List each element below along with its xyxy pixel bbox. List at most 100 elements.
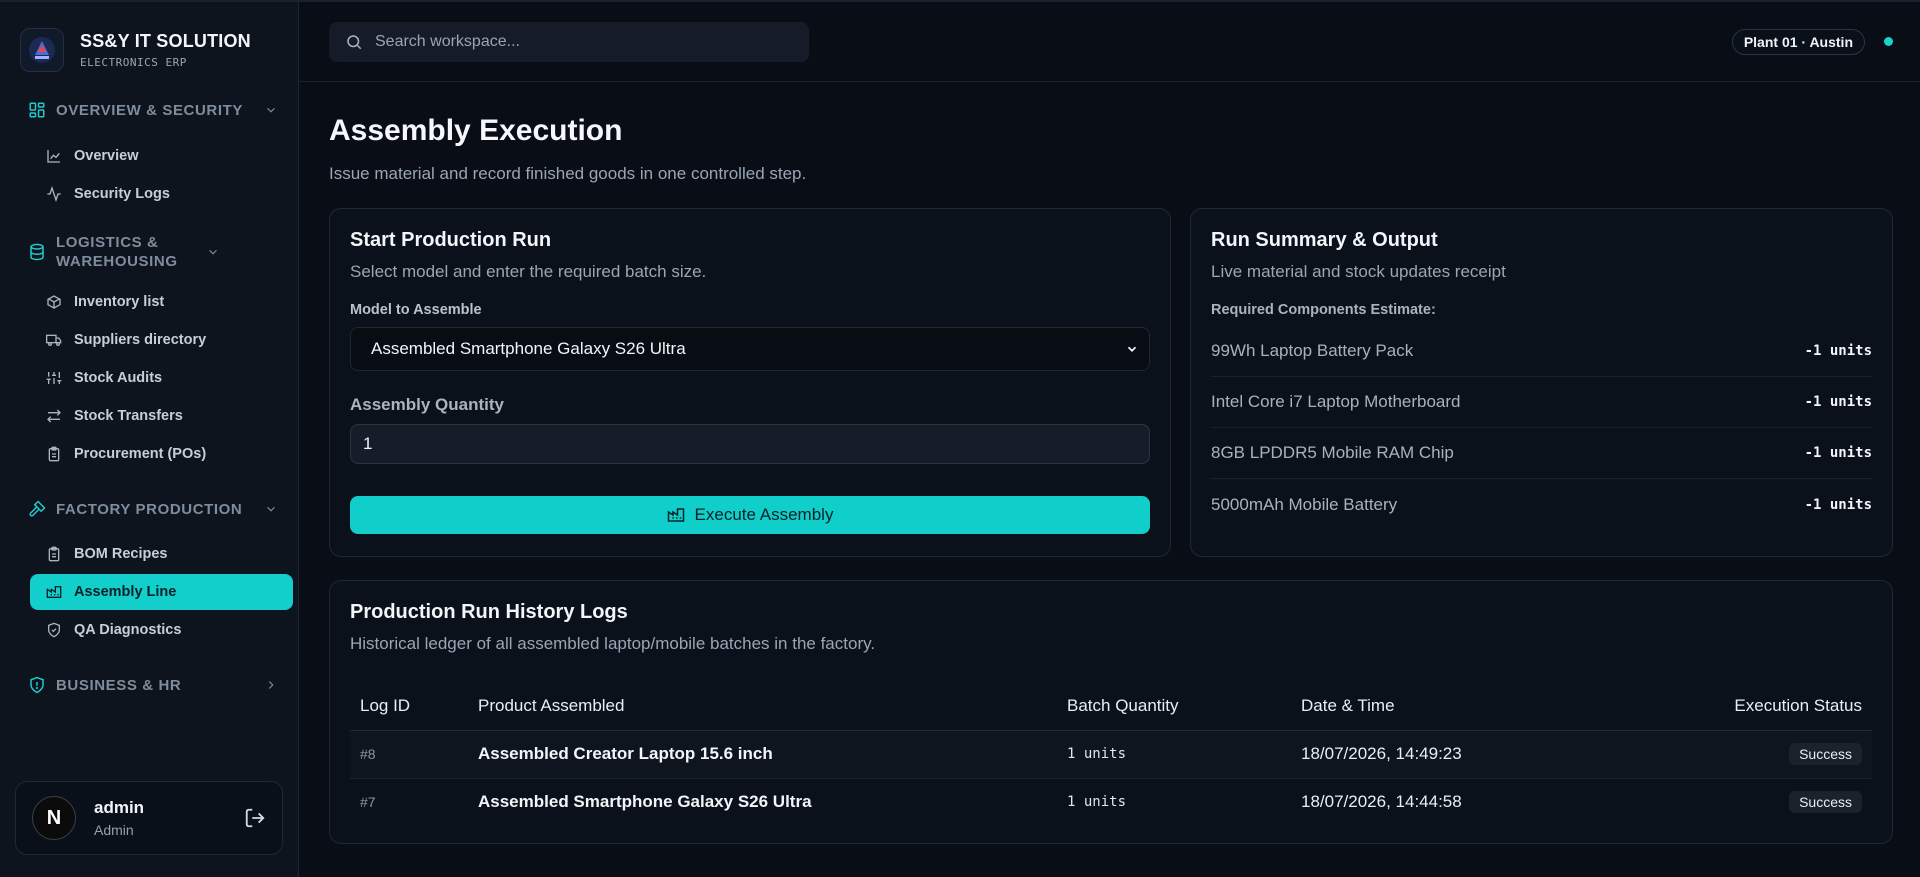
section-toggle-factory[interactable]: FACTORY PRODUCTION	[0, 490, 298, 528]
page-title: Assembly Execution	[329, 114, 623, 147]
nav-section-overview: OVERVIEW & SECURITY Overview Security Lo…	[0, 90, 298, 212]
component-name: Intel Core i7 Laptop Motherboard	[1211, 392, 1461, 411]
column-header[interactable]: Log ID	[350, 682, 468, 731]
user-role: Admin	[94, 822, 134, 838]
sidebar-item-label: Overview	[74, 148, 139, 164]
sidebar-item-stock-audits[interactable]: Stock Audits	[30, 360, 293, 396]
sidebar-item-inventory[interactable]: Inventory list	[30, 284, 293, 320]
history-card: Production Run History Logs Historical l…	[329, 580, 1893, 844]
arrows-icon	[47, 409, 61, 423]
card-subtitle: Live material and stock updates receipt	[1211, 262, 1506, 281]
model-label: Model to Assemble	[350, 302, 482, 318]
shield-check-icon	[48, 622, 60, 638]
component-row: 99Wh Laptop Battery Pack -1 units	[1211, 326, 1872, 377]
batch-quantity: 1 units	[1067, 794, 1127, 811]
quantity-input[interactable]	[363, 434, 1137, 454]
search-icon	[347, 34, 362, 49]
brand-subtitle: ELECTRONICS ERP	[80, 56, 187, 69]
sidebar-item-label: Inventory list	[74, 294, 165, 310]
sidebar-nav: OVERVIEW & SECURITY Overview Security Lo…	[0, 72, 298, 704]
chevron-right-icon	[268, 681, 274, 689]
main-content: Plant 01 · Austin Assembly Execution Iss…	[299, 2, 1920, 877]
sidebar-item-label: Assembly Line	[74, 584, 177, 600]
sidebar-item-qa-diagnostics[interactable]: QA Diagnostics	[30, 612, 293, 648]
sidebar: SS&Y IT SOLUTION ELECTRONICS ERP OVERVIE…	[0, 2, 299, 877]
shield-icon	[30, 676, 44, 694]
online-status-dot	[1884, 37, 1893, 46]
search-input[interactable]	[375, 32, 793, 51]
execute-assembly-button[interactable]: Execute Assembly	[350, 496, 1150, 534]
quantity-field[interactable]	[350, 424, 1150, 464]
column-header[interactable]: Batch Quantity	[1057, 682, 1291, 731]
sidebar-item-bom-recipes[interactable]: BOM Recipes	[30, 536, 293, 572]
table-row[interactable]: #7 Assembled Smartphone Galaxy S26 Ultra…	[350, 778, 1872, 826]
chevron-down-icon	[267, 107, 275, 113]
database-icon	[30, 243, 44, 261]
card-title: Run Summary & Output	[1211, 229, 1438, 251]
status-badge: Success	[1789, 743, 1862, 765]
brand[interactable]: SS&Y IT SOLUTION ELECTRONICS ERP	[0, 2, 298, 72]
sidebar-item-assembly-line[interactable]: Assembly Line	[30, 574, 293, 610]
component-name: 99Wh Laptop Battery Pack	[1211, 341, 1414, 360]
execute-button-label: Execute Assembly	[694, 505, 834, 524]
model-select-value: Assembled Smartphone Galaxy S26 Ultra	[371, 339, 686, 358]
column-header[interactable]: Product Assembled	[468, 682, 1057, 731]
clipboard-icon	[48, 546, 60, 562]
product-name: Assembled Creator Laptop 15.6 inch	[468, 730, 1057, 779]
sidebar-item-suppliers[interactable]: Suppliers directory	[30, 322, 293, 358]
plant-selector[interactable]: Plant 01 · Austin	[1731, 28, 1865, 55]
logout-icon[interactable]	[244, 807, 266, 829]
topbar: Plant 01 · Austin	[299, 2, 1920, 82]
quantity-label: Assembly Quantity	[350, 395, 504, 414]
component-row: 5000mAh Mobile Battery -1 units	[1211, 479, 1872, 530]
model-select[interactable]: Assembled Smartphone Galaxy S26 Ultra	[350, 327, 1150, 371]
brand-name: SS&Y IT SOLUTION	[80, 31, 251, 51]
card-subtitle: Historical ledger of all assembled lapto…	[350, 634, 876, 653]
sidebar-item-label: BOM Recipes	[74, 546, 168, 562]
page-subtitle: Issue material and record finished goods…	[329, 164, 807, 183]
component-qty: -1 units	[1804, 445, 1872, 461]
table-row[interactable]: #8 Assembled Creator Laptop 15.6 inch 1 …	[350, 730, 1872, 779]
sidebar-item-security-logs[interactable]: Security Logs	[30, 176, 293, 212]
component-qty: -1 units	[1804, 496, 1872, 513]
sidebar-item-overview[interactable]: Overview	[30, 138, 293, 174]
clipboard-icon	[48, 446, 60, 462]
component-qty: -1 units	[1804, 343, 1872, 359]
card-title: Start Production Run	[350, 229, 552, 251]
log-id: #7	[360, 794, 376, 811]
section-label: LOGISTICS & WAREHOUSING	[56, 234, 178, 270]
components-list: 99Wh Laptop Battery Pack -1 units Intel …	[1211, 326, 1872, 530]
section-toggle-logistics[interactable]: LOGISTICS & WAREHOUSING	[0, 230, 298, 274]
component-row: Intel Core i7 Laptop Motherboard -1 unit…	[1211, 377, 1872, 428]
batch-quantity: 1 units	[1057, 730, 1291, 779]
user-card: N admin Admin	[15, 781, 283, 855]
status-badge: Success	[1789, 791, 1862, 814]
date-time: 18/07/2026, 14:44:58	[1301, 792, 1462, 812]
section-label: FACTORY PRODUCTION	[56, 500, 243, 518]
sidebar-item-stock-transfers[interactable]: Stock Transfers	[30, 398, 293, 434]
brand-logo	[20, 28, 64, 72]
avatar[interactable]: N	[32, 796, 76, 840]
chevron-down-icon	[1127, 346, 1137, 352]
factory-icon	[46, 586, 62, 598]
column-header[interactable]: Execution Status	[1591, 682, 1872, 731]
sidebar-item-label: Stock Audits	[74, 370, 163, 386]
search-bar[interactable]	[329, 21, 809, 62]
sidebar-item-label: QA Diagnostics	[74, 622, 182, 638]
section-toggle-business[interactable]: BUSINESS & HR	[0, 666, 298, 704]
sidebar-item-label: Procurement (POs)	[74, 446, 207, 462]
sidebar-item-procurement[interactable]: Procurement (POs)	[30, 436, 293, 472]
column-header[interactable]: Date & Time	[1291, 682, 1591, 731]
card-title: Production Run History Logs	[350, 601, 628, 623]
truck-icon	[46, 334, 62, 346]
history-table: Log ID Product Assembled Batch Quantity …	[350, 682, 1872, 826]
run-summary-card: Run Summary & Output Live material and s…	[1190, 208, 1893, 557]
avatar-letter: N	[46, 806, 62, 829]
section-toggle-overview[interactable]: OVERVIEW & SECURITY	[0, 90, 298, 130]
factory-icon	[667, 508, 684, 522]
nav-section-business: BUSINESS & HR	[0, 666, 298, 704]
component-qty: -1 units	[1804, 394, 1872, 410]
required-components-label: Required Components Estimate:	[1211, 302, 1436, 318]
component-name: 8GB LPDDR5 Mobile RAM Chip	[1211, 443, 1454, 462]
date-time: 18/07/2026, 14:49:23	[1291, 730, 1591, 779]
